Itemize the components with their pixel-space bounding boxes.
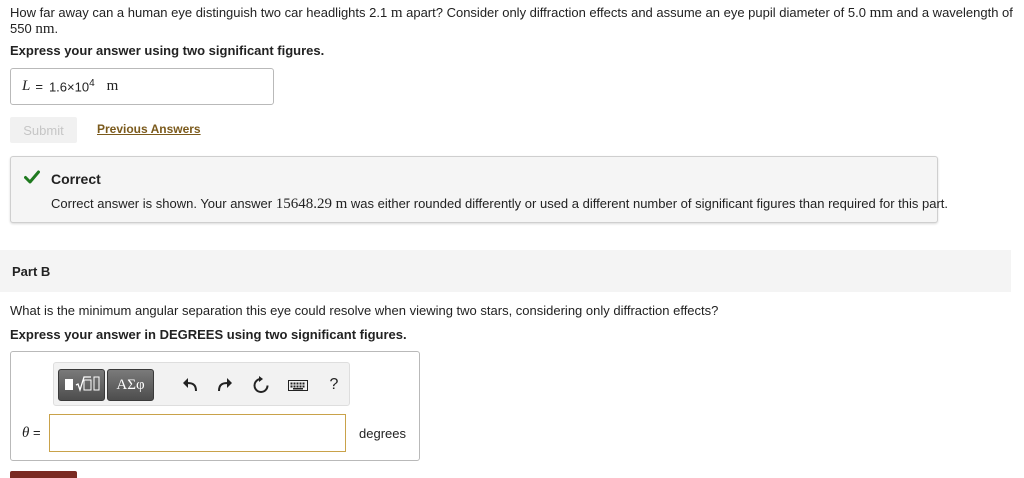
previous-answers-link[interactable]: Previous Answers [97,122,201,136]
answer-instruction: Express your answer using two significan… [10,43,325,58]
feedback-title: Correct [51,171,101,187]
part-b-title: Part B [12,264,51,279]
templates-icon [63,374,101,397]
answer-equals: = [35,79,43,94]
checkmark-icon [24,170,40,187]
answer-unit: m [106,78,119,94]
feedback-message: Correct answer is shown. Your answer 156… [51,196,949,212]
feedback-panel: Correct Correct answer is shown. Your an… [10,156,948,223]
unit-label: degrees [359,426,406,441]
reset-icon[interactable] [250,374,272,396]
submit-button-part-b[interactable] [10,471,77,478]
part-b-question: What is the minimum angular separation t… [10,303,719,318]
part-b-header[interactable]: Part B [0,250,1011,292]
answer-input-panel: ΑΣφ ? θ = degrees [10,351,420,461]
theta-label: θ = [22,425,41,441]
help-icon[interactable]: ? [323,374,345,396]
answer-display: L = 1.6×104 m [10,68,274,105]
templates-button[interactable] [58,369,105,401]
keyboard-icon[interactable] [287,374,309,396]
question-text: How far away can a human eye distinguish… [10,5,1013,37]
submit-button[interactable]: Submit [10,117,77,143]
undo-icon[interactable] [179,374,201,396]
answer-variable: L [22,78,31,94]
theta-input[interactable] [49,414,346,452]
symbols-button[interactable]: ΑΣφ [107,369,154,401]
redo-icon[interactable] [214,374,236,396]
answer-value: 1.6×104 [48,78,95,95]
math-toolbar: ΑΣφ ? [53,362,350,406]
part-b-instruction: Express your answer in DEGREES using two… [10,327,407,342]
